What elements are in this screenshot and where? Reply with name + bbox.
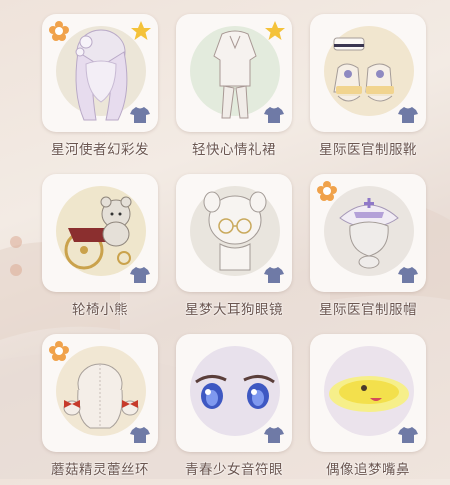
item-cell[interactable]: 星际医官制服靴: [298, 10, 438, 165]
item-card[interactable]: [310, 174, 426, 292]
item-name: 星河使者幻彩发: [51, 142, 149, 158]
shirt-icon: [264, 267, 284, 283]
item-cell[interactable]: 星梦大耳狗眼镜: [164, 170, 304, 325]
item-cell[interactable]: 蘑菇精灵蕾丝环: [30, 330, 170, 485]
item-name: 星际医官制服帽: [319, 302, 417, 318]
item-name: 轻快心情礼裙: [192, 142, 276, 158]
shirt-icon: [398, 267, 418, 283]
anime-eyes-icon: [195, 375, 275, 409]
item-card[interactable]: [176, 14, 292, 132]
item-card[interactable]: [42, 14, 158, 132]
shirt-icon: [398, 427, 418, 443]
flower-badge-icon: [317, 181, 337, 201]
item-name: 偶像追梦嘴鼻: [326, 462, 410, 478]
item-cell[interactable]: 偶像追梦嘴鼻: [298, 330, 438, 485]
item-name: 星际医官制服靴: [319, 142, 417, 158]
item-cell[interactable]: 轻快心情礼裙: [164, 10, 304, 165]
item-cell[interactable]: 轮椅小熊: [30, 170, 170, 325]
flower-badge-icon: [49, 21, 69, 41]
item-card[interactable]: [42, 334, 158, 452]
item-card[interactable]: [42, 174, 158, 292]
item-name: 星梦大耳狗眼镜: [185, 302, 283, 318]
shirt-icon: [264, 107, 284, 123]
shirt-icon: [130, 107, 150, 123]
shirt-icon: [130, 427, 150, 443]
item-name: 青春少女音符眼: [185, 462, 283, 478]
item-name: 蘑菇精灵蕾丝环: [51, 462, 149, 478]
item-name: 轮椅小熊: [72, 302, 128, 318]
star-badge-icon: [131, 21, 151, 40]
item-cell[interactable]: 青春少女音符眼: [164, 330, 304, 485]
item-cell[interactable]: 星际医官制服帽: [298, 170, 438, 325]
item-card[interactable]: [310, 334, 426, 452]
item-card[interactable]: [176, 334, 292, 452]
item-card[interactable]: [310, 14, 426, 132]
shirt-icon: [264, 427, 284, 443]
bunny-doll-icon: [63, 363, 139, 429]
item-card[interactable]: [176, 174, 292, 292]
flower-badge-icon: [49, 341, 69, 361]
star-badge-icon: [265, 21, 285, 40]
item-cell[interactable]: 星河使者幻彩发: [30, 10, 170, 165]
shirt-icon: [130, 267, 150, 283]
shirt-icon: [398, 107, 418, 123]
wheelchair-bear-icon: [64, 196, 132, 270]
nose-mouth-icon: [329, 376, 409, 412]
